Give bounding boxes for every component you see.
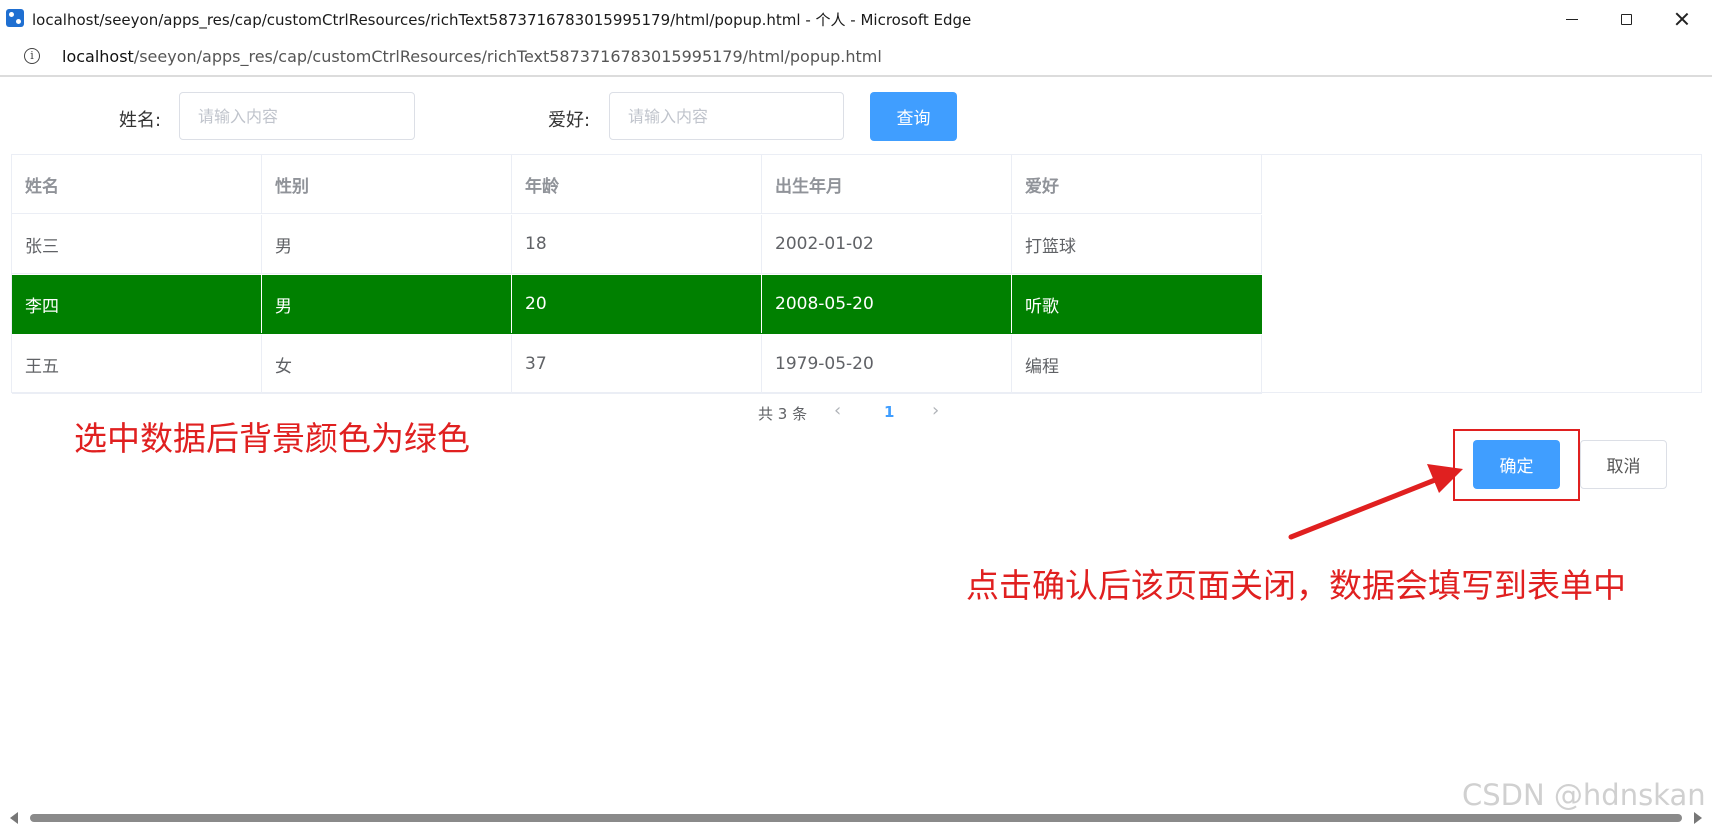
watermark: CSDN @hdnskan xyxy=(1462,778,1706,812)
browser-window: localhost/seeyon/apps_res/cap/customCtrl… xyxy=(0,0,1712,829)
annotation-arrow xyxy=(1288,464,1463,540)
scroll-left-icon[interactable] xyxy=(10,812,18,824)
scrollbar-thumb[interactable] xyxy=(30,814,1682,822)
annotation-confirm-note: 点击确认后该页面关闭，数据会填写到表单中 xyxy=(966,566,1626,605)
scroll-right-icon[interactable] xyxy=(1694,812,1702,824)
annotation-arrow-line xyxy=(1288,475,1443,540)
